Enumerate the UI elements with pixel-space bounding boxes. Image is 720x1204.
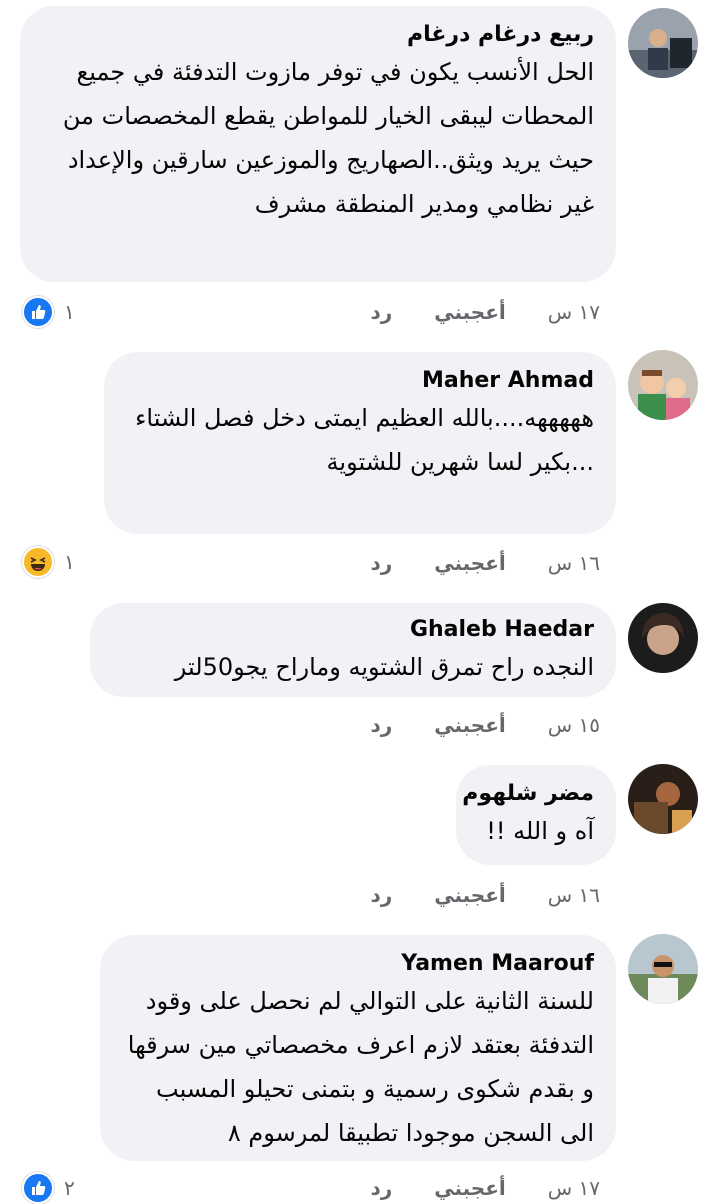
like-button[interactable]: أعجبني	[434, 713, 506, 737]
comment-timestamp[interactable]: ١٧ س	[548, 300, 600, 324]
comment-actions: ١٦ س أعجبني رد	[370, 548, 600, 578]
like-button[interactable]: أعجبني	[434, 883, 506, 907]
comment-text: هههههه....بالله العظيم ايمتى دخل فصل الش…	[135, 404, 594, 476]
avatar[interactable]	[628, 8, 698, 78]
reaction-count: ١	[64, 550, 75, 574]
comment-bubble: مضر شلهوم آه و الله !!	[456, 765, 616, 865]
comment-author[interactable]: Ghaleb Haedar	[114, 615, 594, 645]
thumbs-up-icon	[22, 296, 54, 328]
comment-author[interactable]: ربيع درغام درغام	[44, 20, 594, 50]
avatar[interactable]	[628, 350, 698, 420]
comment-bubble: Maher Ahmad هههههه....بالله العظيم ايمتى…	[104, 352, 616, 534]
avatar[interactable]	[628, 934, 698, 1004]
reaction-count: ٢	[64, 1176, 75, 1200]
reply-button[interactable]: رد	[370, 883, 392, 907]
reaction-summary[interactable]: ١	[22, 546, 75, 578]
comment-text: للسنة الثانية على التوالي لم نحصل على وق…	[127, 987, 594, 1147]
comment-bubble: Ghaleb Haedar النجده راح تمرق الشتويه وم…	[90, 603, 616, 697]
laughing-face-icon	[22, 546, 54, 578]
reply-button[interactable]: رد	[370, 1176, 392, 1200]
comment-timestamp[interactable]: ١٦ س	[548, 551, 600, 575]
avatar[interactable]	[628, 764, 698, 834]
reply-button[interactable]: رد	[370, 551, 392, 575]
comment-author[interactable]: مضر شلهوم	[462, 779, 594, 809]
reaction-count: ١	[64, 300, 75, 324]
comment-author[interactable]: Yamen Maarouf	[124, 949, 594, 979]
reply-button[interactable]: رد	[370, 713, 392, 737]
comment-timestamp[interactable]: ١٥ س	[548, 713, 600, 737]
like-button[interactable]: أعجبني	[434, 300, 506, 324]
comment-timestamp[interactable]: ١٧ س	[548, 1176, 600, 1200]
comment-timestamp[interactable]: ١٦ س	[548, 883, 600, 907]
reaction-summary[interactable]: ١	[22, 296, 75, 328]
comment-actions: ١٦ س أعجبني رد	[370, 880, 600, 910]
like-button[interactable]: أعجبني	[434, 1176, 506, 1200]
avatar[interactable]	[628, 603, 698, 673]
comment-author[interactable]: Maher Ahmad	[128, 366, 594, 396]
thumbs-up-icon	[22, 1172, 54, 1204]
reaction-summary[interactable]: ٢	[22, 1172, 75, 1204]
comment-text: الحل الأنسب يكون في توفر مازوت التدفئة ف…	[62, 58, 594, 218]
like-button[interactable]: أعجبني	[434, 551, 506, 575]
reply-button[interactable]: رد	[370, 300, 392, 324]
comment-text: النجده راح تمرق الشتويه وماراح يجو50لتر	[174, 653, 594, 681]
comment-bubble: Yamen Maarouf للسنة الثانية على التوالي …	[100, 935, 616, 1161]
comment-bubble: ربيع درغام درغام الحل الأنسب يكون في توف…	[20, 6, 616, 282]
comment-text: آه و الله !!	[486, 817, 594, 845]
comment-actions: ١٧ س أعجبني رد	[370, 297, 600, 327]
comment-actions: ١٥ س أعجبني رد	[370, 710, 600, 740]
